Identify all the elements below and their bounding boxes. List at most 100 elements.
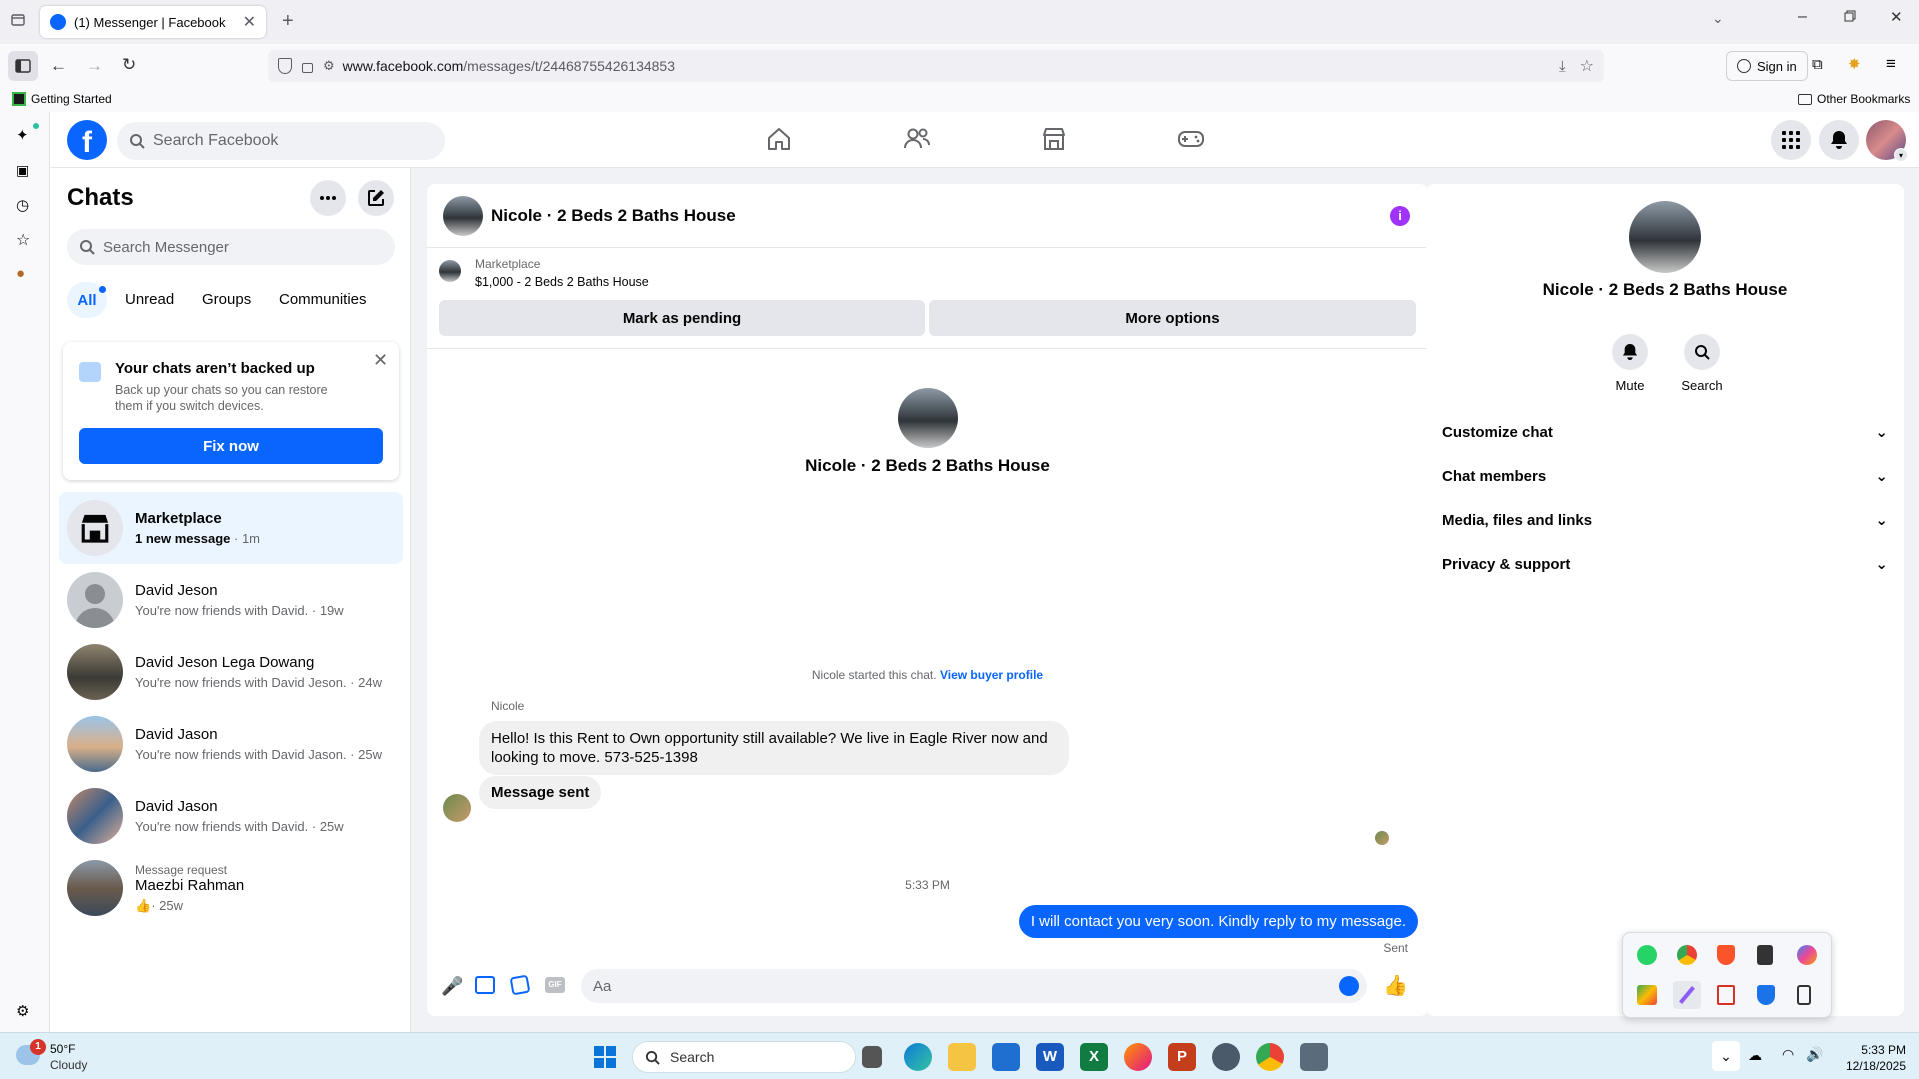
listing-price[interactable]: $1,000 - 2 Beds 2 Baths House xyxy=(475,275,649,289)
voice-clip-icon[interactable]: 🎤 xyxy=(441,976,463,997)
chat-item-maezbi-rahman[interactable]: Message request Maezbi Rahman 👍· 25w xyxy=(59,852,403,924)
facebook-logo-icon[interactable]: f xyxy=(67,120,107,160)
security-shield-icon[interactable] xyxy=(1757,985,1775,1005)
outgoing-message-bubble[interactable]: I will contact you very soon. Kindly rep… xyxy=(1018,905,1418,938)
filter-communities[interactable]: Communities xyxy=(279,291,367,308)
windows-start-icon[interactable] xyxy=(594,1046,616,1068)
sidebar-toggle-icon[interactable] xyxy=(8,51,38,81)
friends-icon[interactable] xyxy=(903,126,931,152)
conversation-title[interactable]: Nicole · 2 Beds 2 Baths House xyxy=(491,206,736,226)
notifications-bell-icon[interactable] xyxy=(1819,120,1859,160)
customize-chat-row[interactable]: Customize chat ⌄ xyxy=(1442,410,1888,454)
extension-cookie-icon[interactable]: ✸ xyxy=(1848,55,1861,73)
clock-time[interactable]: 5:33 PM xyxy=(1836,1043,1906,1057)
conversation-avatar[interactable] xyxy=(443,196,483,236)
marketplace-icon[interactable] xyxy=(1041,126,1067,152)
calculator-icon[interactable] xyxy=(1300,1043,1328,1071)
menu-hamburger-icon[interactable]: ≡ xyxy=(1886,54,1896,74)
clock-date[interactable]: 12/18/2025 xyxy=(1836,1059,1906,1073)
emoji-icon[interactable] xyxy=(1339,976,1359,996)
chat-item-david-jeson-lega-dowang[interactable]: David Jeson Lega Dowang You're now frien… xyxy=(59,636,403,708)
window-close-icon[interactable]: ✕ xyxy=(1890,8,1903,26)
like-button-icon[interactable]: 👍 xyxy=(1383,973,1408,998)
new-message-icon[interactable] xyxy=(358,180,394,216)
reload-icon[interactable]: ↻ xyxy=(122,55,136,75)
brave-icon[interactable] xyxy=(1717,945,1735,965)
file-explorer-icon[interactable] xyxy=(948,1043,976,1071)
search-facebook-input[interactable]: Search Facebook xyxy=(117,122,445,160)
home-icon[interactable] xyxy=(766,126,792,152)
whatsapp-icon[interactable] xyxy=(1637,945,1657,965)
bookmark-star-icon[interactable]: ☆ xyxy=(1580,56,1594,76)
word-icon[interactable]: W xyxy=(1036,1043,1064,1071)
mute-bell-icon[interactable] xyxy=(1612,334,1648,370)
account-chevron-icon[interactable]: ▾ xyxy=(1894,148,1908,162)
pen-tray-icon[interactable] xyxy=(1673,981,1701,1009)
incoming-message-bubble[interactable]: Hello! Is this Rent to Own opportunity s… xyxy=(479,721,1069,775)
forward-icon[interactable]: → xyxy=(86,56,103,76)
chat-item-marketplace[interactable]: Marketplace 1 new message · 1m xyxy=(59,492,403,564)
tab-overflow-chevron-icon[interactable]: ⌄ xyxy=(1712,10,1724,27)
usb-eject-icon[interactable] xyxy=(1797,985,1811,1005)
chat-item-david-jason-1[interactable]: David Jason You're now friends with Davi… xyxy=(59,708,403,780)
privacy-support-row[interactable]: Privacy & support ⌄ xyxy=(1442,542,1888,586)
microsoft-store-icon[interactable] xyxy=(992,1043,1020,1071)
weather-temp[interactable]: 50°F xyxy=(50,1042,75,1056)
chat-item-david-jeson[interactable]: David Jeson You're now friends with Davi… xyxy=(59,564,403,636)
copilot-icon[interactable] xyxy=(1797,945,1817,965)
chrome-icon[interactable] xyxy=(1256,1043,1284,1071)
bookmarks-star-icon[interactable]: ☆ xyxy=(16,230,30,250)
taskbar-search-box[interactable]: Search xyxy=(632,1041,856,1073)
onedrive-offline-icon[interactable]: ☁ xyxy=(1748,1047,1762,1064)
minimize-icon[interactable]: – xyxy=(1798,8,1807,26)
drive-icon[interactable] xyxy=(1637,985,1657,1005)
bookmark-getting-started[interactable]: Getting Started xyxy=(12,92,112,106)
filter-groups[interactable]: Groups xyxy=(202,291,251,308)
gaming-icon[interactable] xyxy=(1177,126,1205,152)
powerpoint-icon[interactable]: P xyxy=(1168,1043,1196,1071)
mark-as-pending-button[interactable]: Mark as pending xyxy=(439,300,925,336)
app-penguin-icon[interactable] xyxy=(1212,1043,1240,1071)
weather-desc[interactable]: Cloudy xyxy=(50,1058,87,1072)
restore-icon[interactable] xyxy=(1844,10,1856,22)
incoming-message-bubble-2[interactable]: Message sent xyxy=(479,776,602,809)
chrome-tray-icon[interactable] xyxy=(1677,945,1697,965)
filter-unread[interactable]: Unread xyxy=(125,291,174,308)
gif-icon[interactable]: GIF xyxy=(545,977,565,993)
message-composer-input[interactable]: Aa xyxy=(581,969,1367,1003)
media-files-links-row[interactable]: Media, files and links ⌄ xyxy=(1442,498,1888,542)
new-tab-icon[interactable]: + xyxy=(282,10,294,33)
tab-list-icon[interactable] xyxy=(10,12,26,28)
lock-icon[interactable] xyxy=(302,63,313,73)
other-bookmarks[interactable]: Other Bookmarks xyxy=(1798,92,1910,106)
conversation-info-icon[interactable]: i xyxy=(1390,206,1410,226)
search-messenger-input[interactable]: Search Messenger xyxy=(67,229,395,265)
volume-icon[interactable]: 🔊 xyxy=(1806,1046,1823,1063)
sticker-icon[interactable] xyxy=(509,974,531,996)
excel-icon[interactable]: X xyxy=(1080,1043,1108,1071)
extensions-icon[interactable]: ⧉ xyxy=(1812,56,1823,73)
back-icon[interactable]: ← xyxy=(50,56,67,76)
listing-thumbnail[interactable] xyxy=(439,260,461,282)
tab-close-icon[interactable]: ✕ xyxy=(243,12,256,32)
menu-grid-icon[interactable] xyxy=(1771,120,1811,160)
pdf-tray-icon[interactable] xyxy=(1717,985,1735,1005)
cookie-extension-icon[interactable]: ● xyxy=(16,265,25,282)
more-options-button[interactable]: More options xyxy=(929,300,1416,336)
search-conversation-icon[interactable] xyxy=(1684,334,1720,370)
browser-tab-messenger[interactable]: (1) Messenger | Facebook ✕ xyxy=(40,6,266,38)
chats-options-icon[interactable] xyxy=(310,180,346,216)
history-icon[interactable]: ◷ xyxy=(16,196,29,214)
edge-icon[interactable] xyxy=(904,1043,932,1071)
chat-item-david-jason-2[interactable]: David Jason You're now friends with Davi… xyxy=(59,780,403,852)
settings-gear-icon[interactable]: ⚙ xyxy=(16,1002,29,1020)
shield-icon[interactable] xyxy=(278,58,292,74)
usb-device-icon[interactable] xyxy=(1757,945,1773,965)
synced-tabs-icon[interactable]: ▣ xyxy=(16,162,29,179)
fix-now-button[interactable]: Fix now xyxy=(79,428,383,464)
wifi-icon[interactable]: ◠ xyxy=(1782,1046,1794,1063)
chat-members-row[interactable]: Chat members ⌄ xyxy=(1442,454,1888,498)
sign-in-button[interactable]: Sign in xyxy=(1726,51,1808,81)
backup-close-icon[interactable]: ✕ xyxy=(373,350,388,371)
view-buyer-profile-link[interactable]: View buyer profile xyxy=(940,668,1043,682)
